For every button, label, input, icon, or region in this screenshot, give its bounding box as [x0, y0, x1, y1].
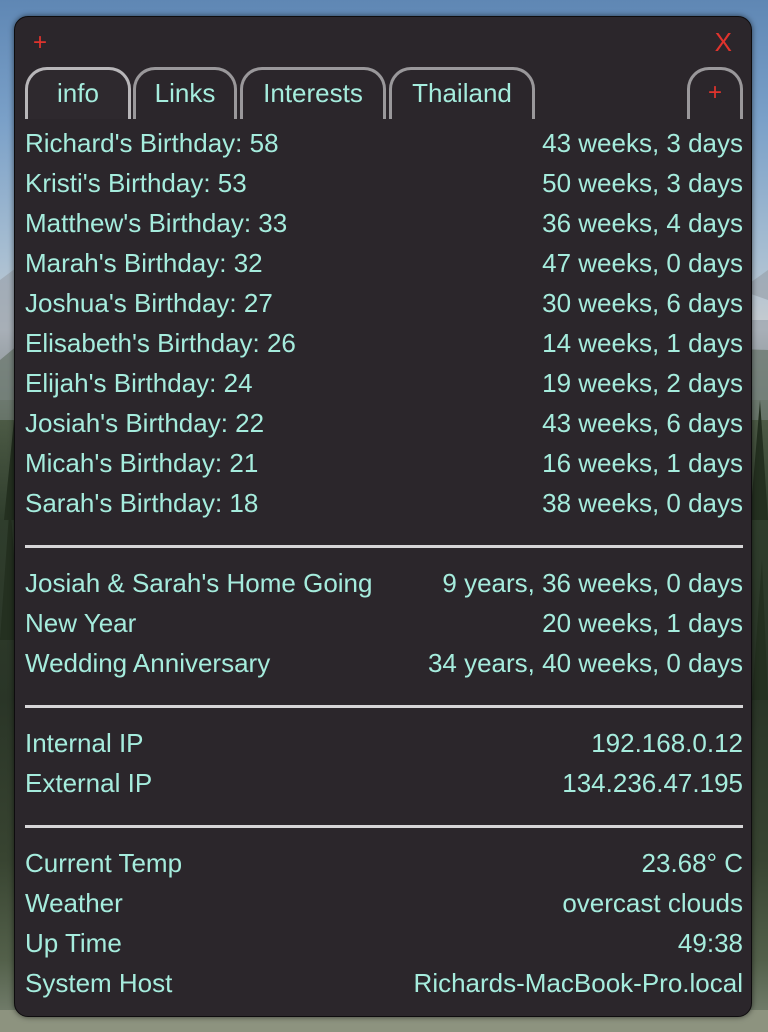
item-value: 38 weeks, 0 days	[542, 487, 743, 518]
item-value: 134.236.47.195	[562, 767, 743, 798]
item-value: 49:38	[677, 927, 743, 958]
divider	[25, 825, 743, 828]
item-label: Elisabeth's Birthday: 26	[25, 327, 296, 358]
tab-label: info	[57, 78, 99, 108]
item-value: 47 weeks, 0 days	[542, 247, 743, 278]
tab-label: Interests	[263, 78, 363, 108]
list-item: Internal IP 192.168.0.12	[25, 723, 743, 763]
item-label: Internal IP	[25, 727, 144, 758]
item-value: 23.68° C	[641, 847, 743, 878]
list-item: Josiah's Birthday: 22 43 weeks, 6 days	[25, 403, 743, 443]
item-value: overcast clouds	[562, 887, 743, 918]
item-label: Weather	[25, 887, 123, 918]
list-item: New Year 20 weeks, 1 days	[25, 603, 743, 643]
item-label: Up Time	[25, 927, 122, 958]
item-label: Sarah's Birthday: 18	[25, 487, 259, 518]
divider	[25, 545, 743, 548]
item-value: 9 years, 36 weeks, 0 days	[442, 567, 743, 598]
item-label: External IP	[25, 767, 153, 798]
list-item: Wedding Anniversary 34 years, 40 weeks, 0…	[25, 643, 743, 683]
item-label: Micah's Birthday: 21	[25, 447, 259, 478]
item-value: 50 weeks, 3 days	[542, 167, 743, 198]
item-value: 43 weeks, 6 days	[542, 407, 743, 438]
item-label: Kristi's Birthday: 53	[25, 167, 247, 198]
item-label: Marah's Birthday: 32	[25, 247, 263, 278]
item-label: Josiah & Sarah's Home Going	[25, 567, 373, 598]
birthday-list: Richard's Birthday: 58 43 weeks, 3 days K…	[25, 123, 743, 523]
list-item: Elisabeth's Birthday: 26 14 weeks, 1 days	[25, 323, 743, 363]
item-value: 192.168.0.12	[591, 727, 743, 758]
item-value: 19 weeks, 2 days	[542, 367, 743, 398]
add-widget-button[interactable]: +	[33, 31, 47, 55]
tab-bar: info Links Interests Thailand +	[25, 67, 743, 119]
tab-label: Links	[154, 78, 216, 108]
item-value: 14 weeks, 1 days	[542, 327, 743, 358]
item-label: Wedding Anniversary	[25, 647, 271, 678]
list-item: Micah's Birthday: 21 16 weeks, 1 days	[25, 443, 743, 483]
item-value: 20 weeks, 1 days	[542, 607, 743, 638]
list-item: Current Temp 23.68° C	[25, 843, 743, 883]
list-item: Joshua's Birthday: 27 30 weeks, 6 days	[25, 283, 743, 323]
item-label: Joshua's Birthday: 27	[25, 287, 273, 318]
list-item: Marah's Birthday: 32 47 weeks, 0 days	[25, 243, 743, 283]
item-value: 43 weeks, 3 days	[542, 127, 743, 158]
list-item: Elijah's Birthday: 24 19 weeks, 2 days	[25, 363, 743, 403]
list-item: System Host Richards-MacBook-Pro.local	[25, 963, 743, 1003]
item-label: Richard's Birthday: 58	[25, 127, 279, 158]
list-item: Sarah's Birthday: 18 38 weeks, 0 days	[25, 483, 743, 523]
item-value: 34 years, 40 weeks, 0 days	[427, 647, 743, 678]
item-value: Richards-MacBook-Pro.local	[413, 967, 743, 998]
list-item: Up Time 49:38	[25, 923, 743, 963]
list-item: Weather overcast clouds	[25, 883, 743, 923]
item-label: Elijah's Birthday: 24	[25, 367, 253, 398]
item-value: 30 weeks, 6 days	[542, 287, 743, 318]
event-list: Josiah & Sarah's Home Going 9 years, 36 w…	[25, 563, 743, 683]
item-label: Josiah's Birthday: 22	[25, 407, 265, 438]
item-label: New Year	[25, 607, 137, 638]
list-item: Richard's Birthday: 58 43 weeks, 3 days	[25, 123, 743, 163]
item-label: Matthew's Birthday: 33	[25, 207, 288, 238]
tab-thailand[interactable]: Thailand	[389, 67, 535, 119]
network-list: Internal IP 192.168.0.12 External IP 134.2…	[25, 723, 743, 803]
add-tab-button[interactable]: +	[687, 67, 743, 119]
list-item: Matthew's Birthday: 33 36 weeks, 4 days	[25, 203, 743, 243]
tab-label: Thailand	[412, 78, 512, 108]
info-widget-panel: + X info Links Interests Thailand + Rich…	[14, 16, 752, 1017]
list-item: Josiah & Sarah's Home Going 9 years, 36 w…	[25, 563, 743, 603]
list-item: Kristi's Birthday: 53 50 weeks, 3 days	[25, 163, 743, 203]
tab-info[interactable]: info	[25, 67, 131, 119]
close-button[interactable]: X	[715, 29, 732, 55]
item-label: System Host	[25, 967, 173, 998]
plus-icon: +	[707, 79, 722, 106]
list-item: External IP 134.236.47.195	[25, 763, 743, 803]
item-value: 36 weeks, 4 days	[542, 207, 743, 238]
divider	[25, 705, 743, 708]
tab-interests[interactable]: Interests	[240, 67, 386, 119]
tab-links[interactable]: Links	[133, 67, 237, 119]
item-label: Current Temp	[25, 847, 183, 878]
item-value: 16 weeks, 1 days	[542, 447, 743, 478]
system-list: Current Temp 23.68° C Weather overcast clo…	[25, 843, 743, 1003]
